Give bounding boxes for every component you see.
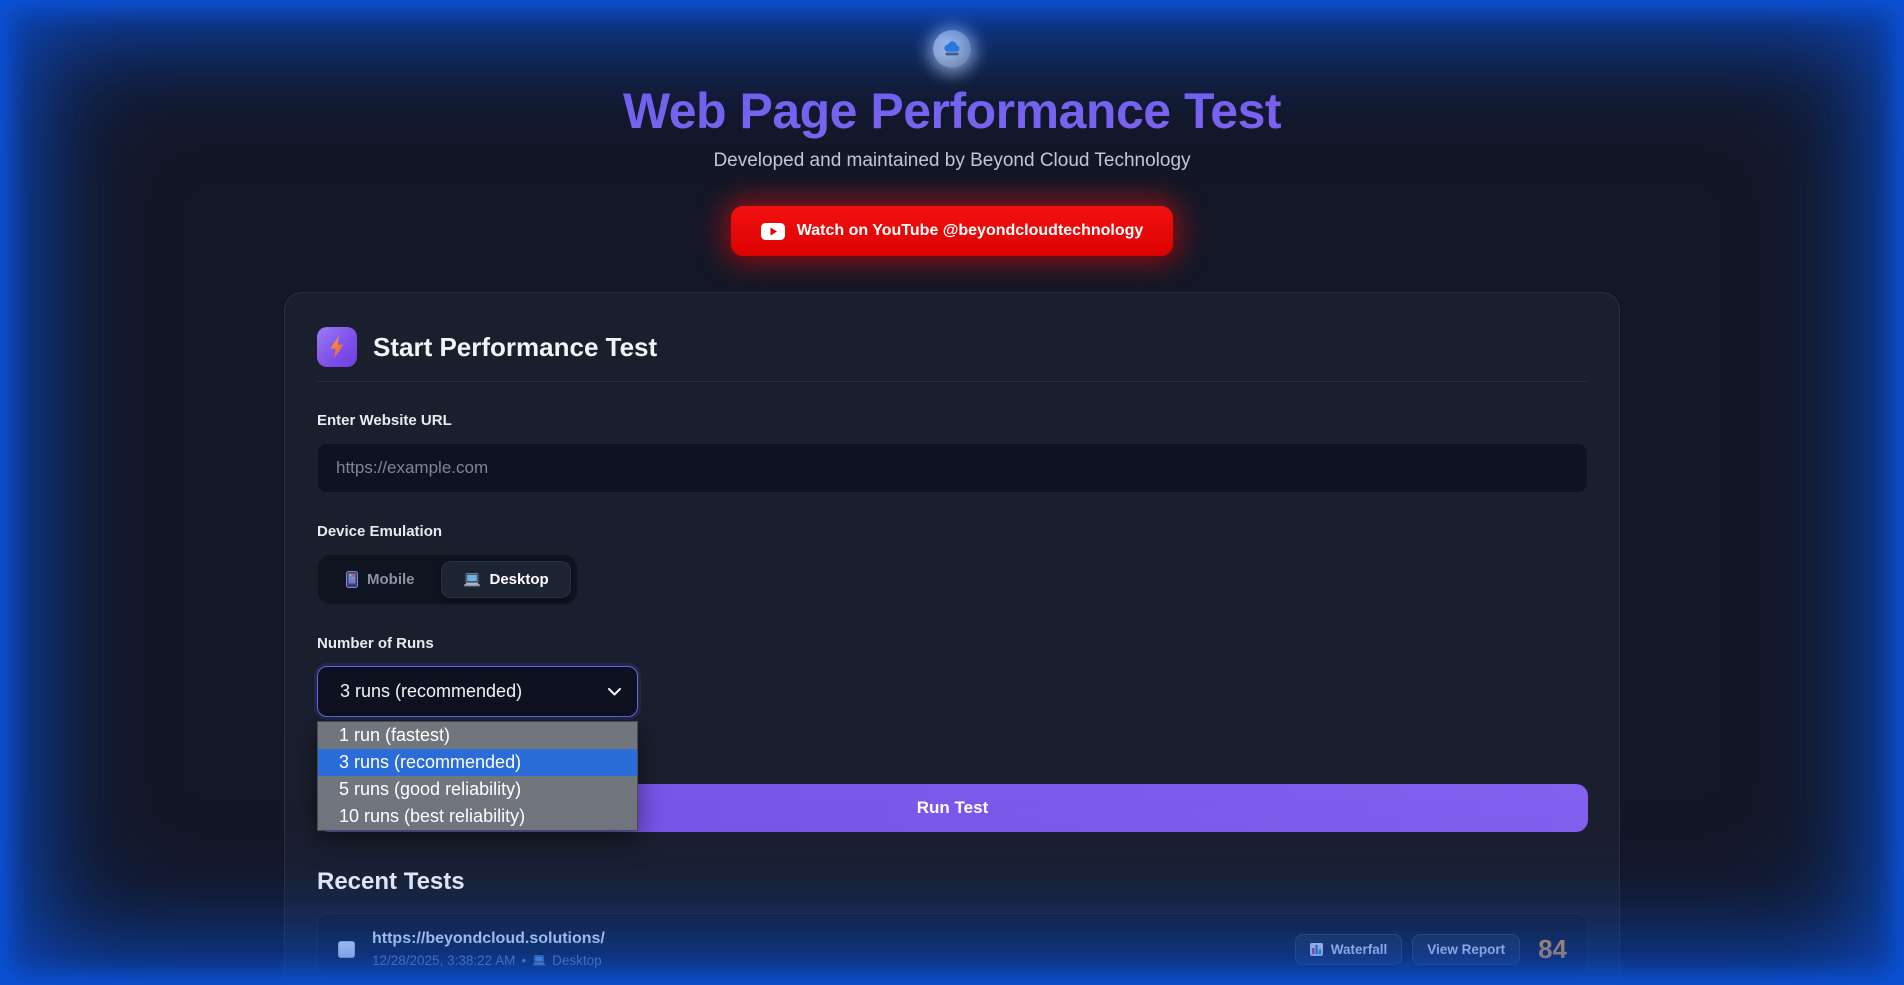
start-test-card: Start Performance Test Enter Website URL… <box>284 292 1620 985</box>
device-option-mobile-label: Mobile <box>367 571 415 588</box>
recent-tests-heading: Recent Tests <box>317 868 1587 896</box>
youtube-button[interactable]: Watch on YouTube @beyondcloudtechnology <box>731 206 1174 256</box>
device-emulation-label: Device Emulation <box>317 523 1587 540</box>
youtube-play-icon <box>761 223 785 240</box>
runs-dropdown: 1 run (fastest) 3 runs (recommended) 5 r… <box>317 721 638 831</box>
performance-score: 84 <box>1538 934 1567 965</box>
runs-option-3[interactable]: 3 runs (recommended) <box>318 749 637 776</box>
meta-separator: • <box>521 953 526 968</box>
device-option-desktop[interactable]: Desktop <box>441 561 571 598</box>
page-header: Web Page Performance Test Developed and … <box>0 0 1904 256</box>
url-group: Enter Website URL <box>317 412 1587 493</box>
recent-test-row: https://beyondcloud.solutions/ 12/28/202… <box>317 913 1588 985</box>
test-device: Desktop <box>552 953 602 968</box>
view-report-button-label: View Report <box>1427 942 1505 957</box>
website-url-input[interactable] <box>317 443 1588 493</box>
laptop-icon <box>463 573 481 587</box>
number-of-runs-label: Number of Runs <box>317 635 1587 652</box>
number-of-runs-group: Number of Runs 3 runs (recommended) 1 ru… <box>317 635 1587 717</box>
card-title: Start Performance Test <box>373 332 657 363</box>
test-info: https://beyondcloud.solutions/ 12/28/202… <box>372 930 1295 968</box>
device-option-desktop-label: Desktop <box>490 571 549 588</box>
lightning-icon <box>317 327 357 367</box>
page-subtitle: Developed and maintained by Beyond Cloud… <box>0 150 1904 172</box>
test-row-checkbox[interactable] <box>338 941 355 958</box>
runs-select[interactable]: 3 runs (recommended) <box>317 666 638 717</box>
runs-option-1[interactable]: 1 run (fastest) <box>318 722 637 749</box>
device-emulation-group: Device Emulation Mobile <box>317 523 1587 605</box>
test-url: https://beyondcloud.solutions/ <box>372 930 1295 948</box>
runs-option-5[interactable]: 5 runs (good reliability) <box>318 776 637 803</box>
chevron-down-icon <box>608 688 621 696</box>
waterfall-button[interactable]: Waterfall <box>1295 934 1403 965</box>
cloud-logo-icon <box>933 30 971 68</box>
runs-select-zone: 3 runs (recommended) 1 run (fastest) 3 r… <box>317 666 638 717</box>
laptop-icon <box>532 955 546 966</box>
test-timestamp: 12/28/2025, 3:38:22 AM <box>372 953 515 968</box>
page-root: Web Page Performance Test Developed and … <box>0 0 1904 985</box>
runs-option-10[interactable]: 10 runs (best reliability) <box>318 803 637 830</box>
youtube-button-label: Watch on YouTube @beyondcloudtechnology <box>797 222 1144 240</box>
runs-select-value: 3 runs (recommended) <box>340 681 522 702</box>
mobile-icon <box>346 571 358 588</box>
waterfall-button-label: Waterfall <box>1331 942 1388 957</box>
waterfall-chart-icon <box>1310 943 1323 956</box>
card-header: Start Performance Test <box>317 327 1587 367</box>
device-option-mobile[interactable]: Mobile <box>324 561 437 598</box>
page-title: Web Page Performance Test <box>0 82 1904 140</box>
header-divider <box>317 381 1587 382</box>
test-row-actions: Waterfall View Report 84 <box>1295 934 1567 965</box>
url-label: Enter Website URL <box>317 412 1587 429</box>
device-toggle: Mobile Desktop <box>317 554 578 605</box>
test-meta: 12/28/2025, 3:38:22 AM • Desktop <box>372 953 1295 968</box>
view-report-button[interactable]: View Report <box>1412 934 1520 965</box>
